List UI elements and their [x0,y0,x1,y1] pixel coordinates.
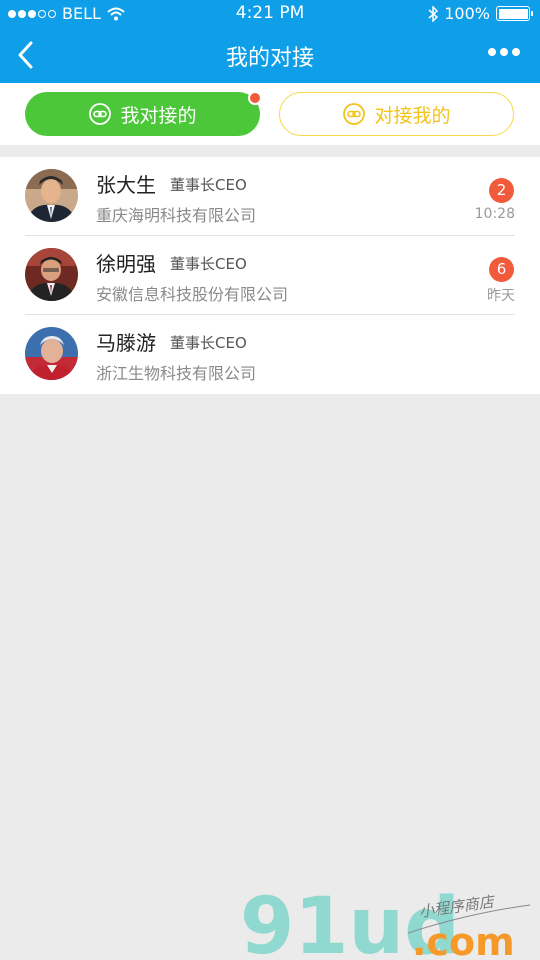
contact-company: 浙江生物科技有限公司 [96,364,257,383]
avatar [25,327,78,380]
contact-company: 安徽信息科技股份有限公司 [96,285,289,304]
page-title: 我的对接 [225,46,314,71]
contact-name: 徐明强 [96,252,156,276]
unread-badge: 2 [489,178,514,203]
list-item[interactable]: 马滕游 董事长CEO 浙江生物科技有限公司 [0,315,540,394]
contact-name: 马滕游 [96,331,156,355]
contact-name: 张大生 [96,173,156,197]
contact-company: 重庆海明科技有限公司 [96,206,257,225]
tab-label: 对接我的 [374,104,451,127]
battery-icon [496,6,533,21]
bluetooth-icon [428,5,439,22]
contact-role: 董事长CEO [170,176,247,194]
contact-role: 董事长CEO [170,334,247,352]
message-time: 10:28 [474,206,515,222]
list-item[interactable]: 徐明强 董事长CEO 安徽信息科技股份有限公司 6 昨天 [0,236,540,315]
notification-dot [248,91,262,105]
list-item[interactable]: 张大生 董事长CEO 重庆海明科技有限公司 2 10:28 [0,157,540,236]
contact-role: 董事长CEO [170,255,247,273]
battery-percent: 100% [444,4,490,23]
status-right: 100% [428,4,533,23]
watermark-logo: 91ud .com 小程序商店 [240,885,531,960]
more-options-icon[interactable] [488,48,520,56]
svg-text:.com: .com [412,920,515,960]
avatar [25,169,78,222]
link-icon [89,103,112,125]
tab-bar: 我对接的 对接我的 [0,83,540,145]
unread-badge: 6 [489,257,514,282]
contact-list: 张大生 董事长CEO 重庆海明科技有限公司 2 10:28 徐明强 董事长CEO… [0,157,540,394]
nav-bar: 我的对接 [0,26,540,83]
tab-label: 我对接的 [120,104,197,127]
tab-connected-to-me[interactable]: 对接我的 [279,92,514,136]
status-bar: BELL 4:21 PM 100% [0,0,540,26]
link-icon [343,103,366,125]
tab-my-connections[interactable]: 我对接的 [25,91,262,136]
avatar [25,248,78,301]
message-time: 昨天 [487,288,515,304]
